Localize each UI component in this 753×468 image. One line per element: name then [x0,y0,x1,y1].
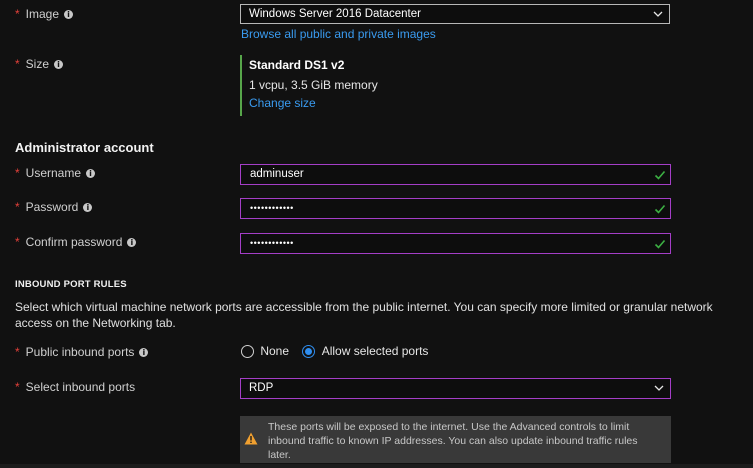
bottom-edge [0,464,753,468]
checkmark-icon [654,204,666,214]
chevron-down-icon [654,385,664,391]
info-icon[interactable]: i [127,238,137,248]
warning-icon [244,432,258,445]
password-input[interactable]: •••••••••••• [240,198,671,219]
checkmark-icon [654,170,666,180]
password-value: •••••••••••• [250,203,294,213]
image-select[interactable]: Windows Server 2016 Datacenter [240,4,670,24]
size-indicator-bar [240,55,242,116]
username-label-row: * Username i [15,166,96,180]
password-label: Password [25,200,79,214]
image-select-value: Windows Server 2016 Datacenter [249,8,421,20]
required-asterisk: * [15,345,20,359]
required-asterisk: * [15,380,20,394]
browse-images-link[interactable]: Browse all public and private images [241,27,436,41]
checkmark-icon [654,239,666,249]
radio-allow-selected[interactable] [302,345,316,359]
radio-none-label[interactable]: None [260,344,289,358]
radio-none[interactable] [241,345,254,359]
size-name: Standard DS1 v2 [249,58,345,72]
required-asterisk: * [15,200,20,214]
password-label-row: * Password i [15,200,93,214]
size-detail: 1 vcpu, 3.5 GiB memory [249,78,378,92]
confirm-password-value: •••••••••••• [250,238,294,248]
username-label: Username [25,166,82,180]
public-ports-radio-group: None Allow selected ports [241,344,429,359]
select-ports-label-row: * Select inbound ports [15,380,135,394]
inbound-heading: INBOUND PORT RULES [15,279,127,290]
public-ports-label-row: * Public inbound ports i [15,345,149,359]
username-value: adminuser [250,168,304,180]
confirm-password-label-row: * Confirm password i [15,235,137,249]
required-asterisk: * [15,57,20,71]
image-label: Image [25,7,60,21]
chevron-down-icon [653,11,663,17]
confirm-password-label: Confirm password [25,235,123,249]
confirm-password-input[interactable]: •••••••••••• [240,233,671,254]
inbound-description: Select which virtual machine network por… [15,300,713,330]
info-icon[interactable]: i [83,203,93,213]
image-label-row: * Image i [15,7,74,21]
username-input[interactable]: adminuser [240,164,671,185]
admin-heading: Administrator account [15,140,154,155]
info-icon[interactable]: i [64,10,74,20]
required-asterisk: * [15,7,20,21]
select-ports-label: Select inbound ports [25,380,136,394]
public-ports-label: Public inbound ports [25,345,135,359]
required-asterisk: * [15,166,20,180]
info-icon[interactable]: i [86,169,96,179]
inbound-ports-value: RDP [249,382,274,394]
change-size-link[interactable]: Change size [249,96,316,110]
size-label-row: * Size i [15,57,64,71]
info-icon[interactable]: i [139,348,149,358]
size-label: Size [25,57,50,71]
ports-warning-box: These ports will be exposed to the inter… [240,416,671,463]
radio-allow-selected-label[interactable]: Allow selected ports [322,344,429,358]
required-asterisk: * [15,235,20,249]
info-icon[interactable]: i [54,60,64,70]
ports-warning-text: These ports will be exposed to the inter… [268,421,638,461]
inbound-ports-select[interactable]: RDP [240,378,671,399]
